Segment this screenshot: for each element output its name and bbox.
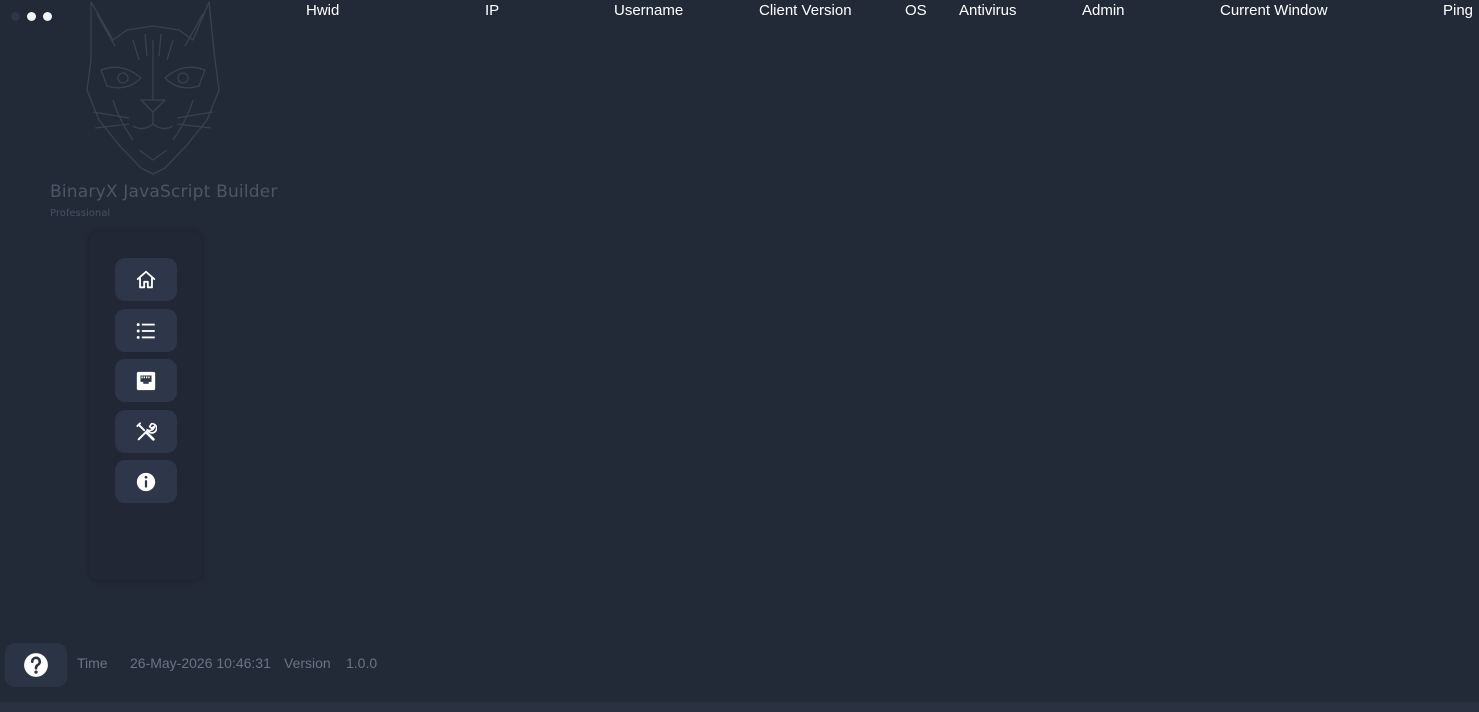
sidebar: [90, 232, 202, 580]
column-header-hwid[interactable]: Hwid: [306, 2, 339, 19]
tools-icon: [136, 421, 157, 441]
sidebar-item-tools[interactable]: [115, 410, 177, 453]
column-header-admin[interactable]: Admin: [1082, 2, 1125, 19]
window-dot-icon[interactable]: [27, 12, 36, 21]
sidebar-item-network[interactable]: [115, 359, 177, 402]
window-dot-icon[interactable]: [11, 12, 20, 21]
home-icon: [136, 270, 156, 288]
column-header-ip[interactable]: IP: [485, 2, 499, 19]
network-port-icon: [136, 371, 156, 390]
list-icon: [136, 322, 155, 339]
sidebar-item-info[interactable]: [115, 460, 177, 503]
sidebar-item-list[interactable]: [115, 309, 177, 352]
column-header-os[interactable]: OS: [905, 2, 927, 19]
info-icon: [136, 472, 156, 491]
column-header-username[interactable]: Username: [614, 2, 683, 19]
version-label: Version: [284, 655, 331, 671]
sidebar-item-home[interactable]: [115, 258, 177, 301]
app-edition: Professional: [50, 208, 111, 219]
column-header-client-version[interactable]: Client Version: [759, 2, 852, 19]
column-header-ping[interactable]: Ping: [1443, 2, 1473, 19]
column-header-current-window[interactable]: Current Window: [1220, 2, 1328, 19]
time-value: 26-May-2026 10:46:31: [130, 655, 271, 671]
window-dot-icon[interactable]: [43, 12, 52, 21]
cat-logo-icon: [86, 1, 220, 175]
time-label: Time: [77, 655, 108, 671]
column-header-antivirus[interactable]: Antivirus: [959, 2, 1017, 19]
bottom-border: [0, 702, 1479, 712]
version-value: 1.0.0: [346, 655, 378, 671]
app-title: BinaryX JavaScript Builder: [50, 182, 278, 202]
app-window: BinaryX JavaScript Builder Professional …: [0, 0, 1479, 712]
help-button[interactable]: [5, 643, 67, 687]
help-icon: [24, 653, 48, 677]
